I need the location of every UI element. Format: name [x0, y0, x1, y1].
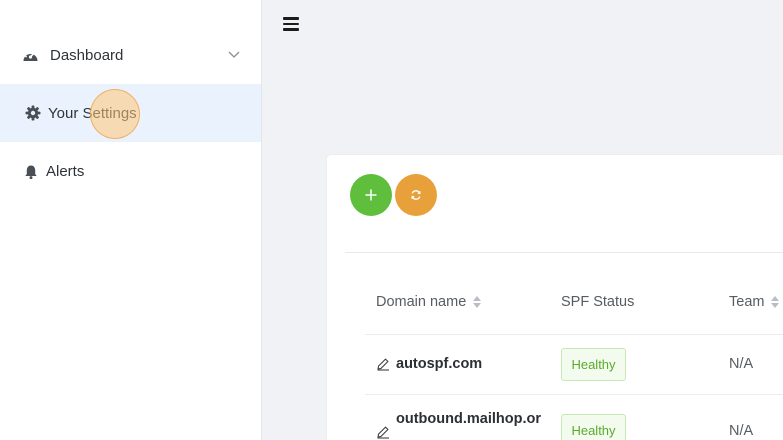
column-header-label: Team [729, 294, 765, 310]
sort-icon[interactable] [771, 296, 780, 308]
domain-name: outbound.mailhop.or [396, 411, 541, 427]
domain-name: autospf.com [396, 356, 483, 372]
sidebar-item-label: Alerts [46, 162, 85, 180]
team-value: N/A [729, 423, 754, 439]
sort-icon[interactable] [473, 296, 482, 308]
menu-toggle-icon[interactable] [282, 16, 300, 32]
sidebar-item-dashboard[interactable]: Dashboard [0, 26, 261, 84]
column-header-team[interactable]: Team [729, 294, 780, 310]
plus-icon [365, 189, 377, 201]
refresh-button[interactable] [395, 174, 437, 216]
column-header-domain[interactable]: Domain name [376, 294, 482, 310]
status-badge: Healthy [561, 348, 626, 381]
sidebar-item-label: Your Settings [48, 104, 137, 122]
refresh-icon [411, 190, 421, 200]
table-row-domain: outbound.mailhop.or [376, 411, 541, 439]
sidebar-item-label: Dashboard [50, 46, 124, 64]
sidebar: Dashboard Your Settings Alerts [0, 0, 262, 440]
status-badge: Healthy [561, 414, 626, 440]
sidebar-item-settings[interactable]: Your Settings [0, 84, 261, 142]
table-row-divider [365, 394, 783, 395]
table-row-domain: autospf.com [376, 356, 482, 372]
edit-icon[interactable] [376, 425, 390, 439]
bell-icon [22, 163, 40, 181]
sidebar-item-alerts[interactable]: Alerts [0, 142, 261, 200]
table-header-divider [365, 334, 783, 335]
column-header-label: SPF Status [561, 294, 635, 310]
speedometer-icon [21, 46, 39, 64]
edit-icon[interactable] [376, 357, 390, 371]
gear-icon [24, 104, 42, 122]
add-domain-button[interactable] [350, 174, 392, 216]
toolbar-divider [345, 252, 783, 253]
column-header-label: Domain name [376, 294, 467, 310]
team-value: N/A [729, 356, 754, 372]
column-header-spf-status: SPF Status [561, 294, 634, 310]
chevron-down-icon [227, 47, 241, 61]
